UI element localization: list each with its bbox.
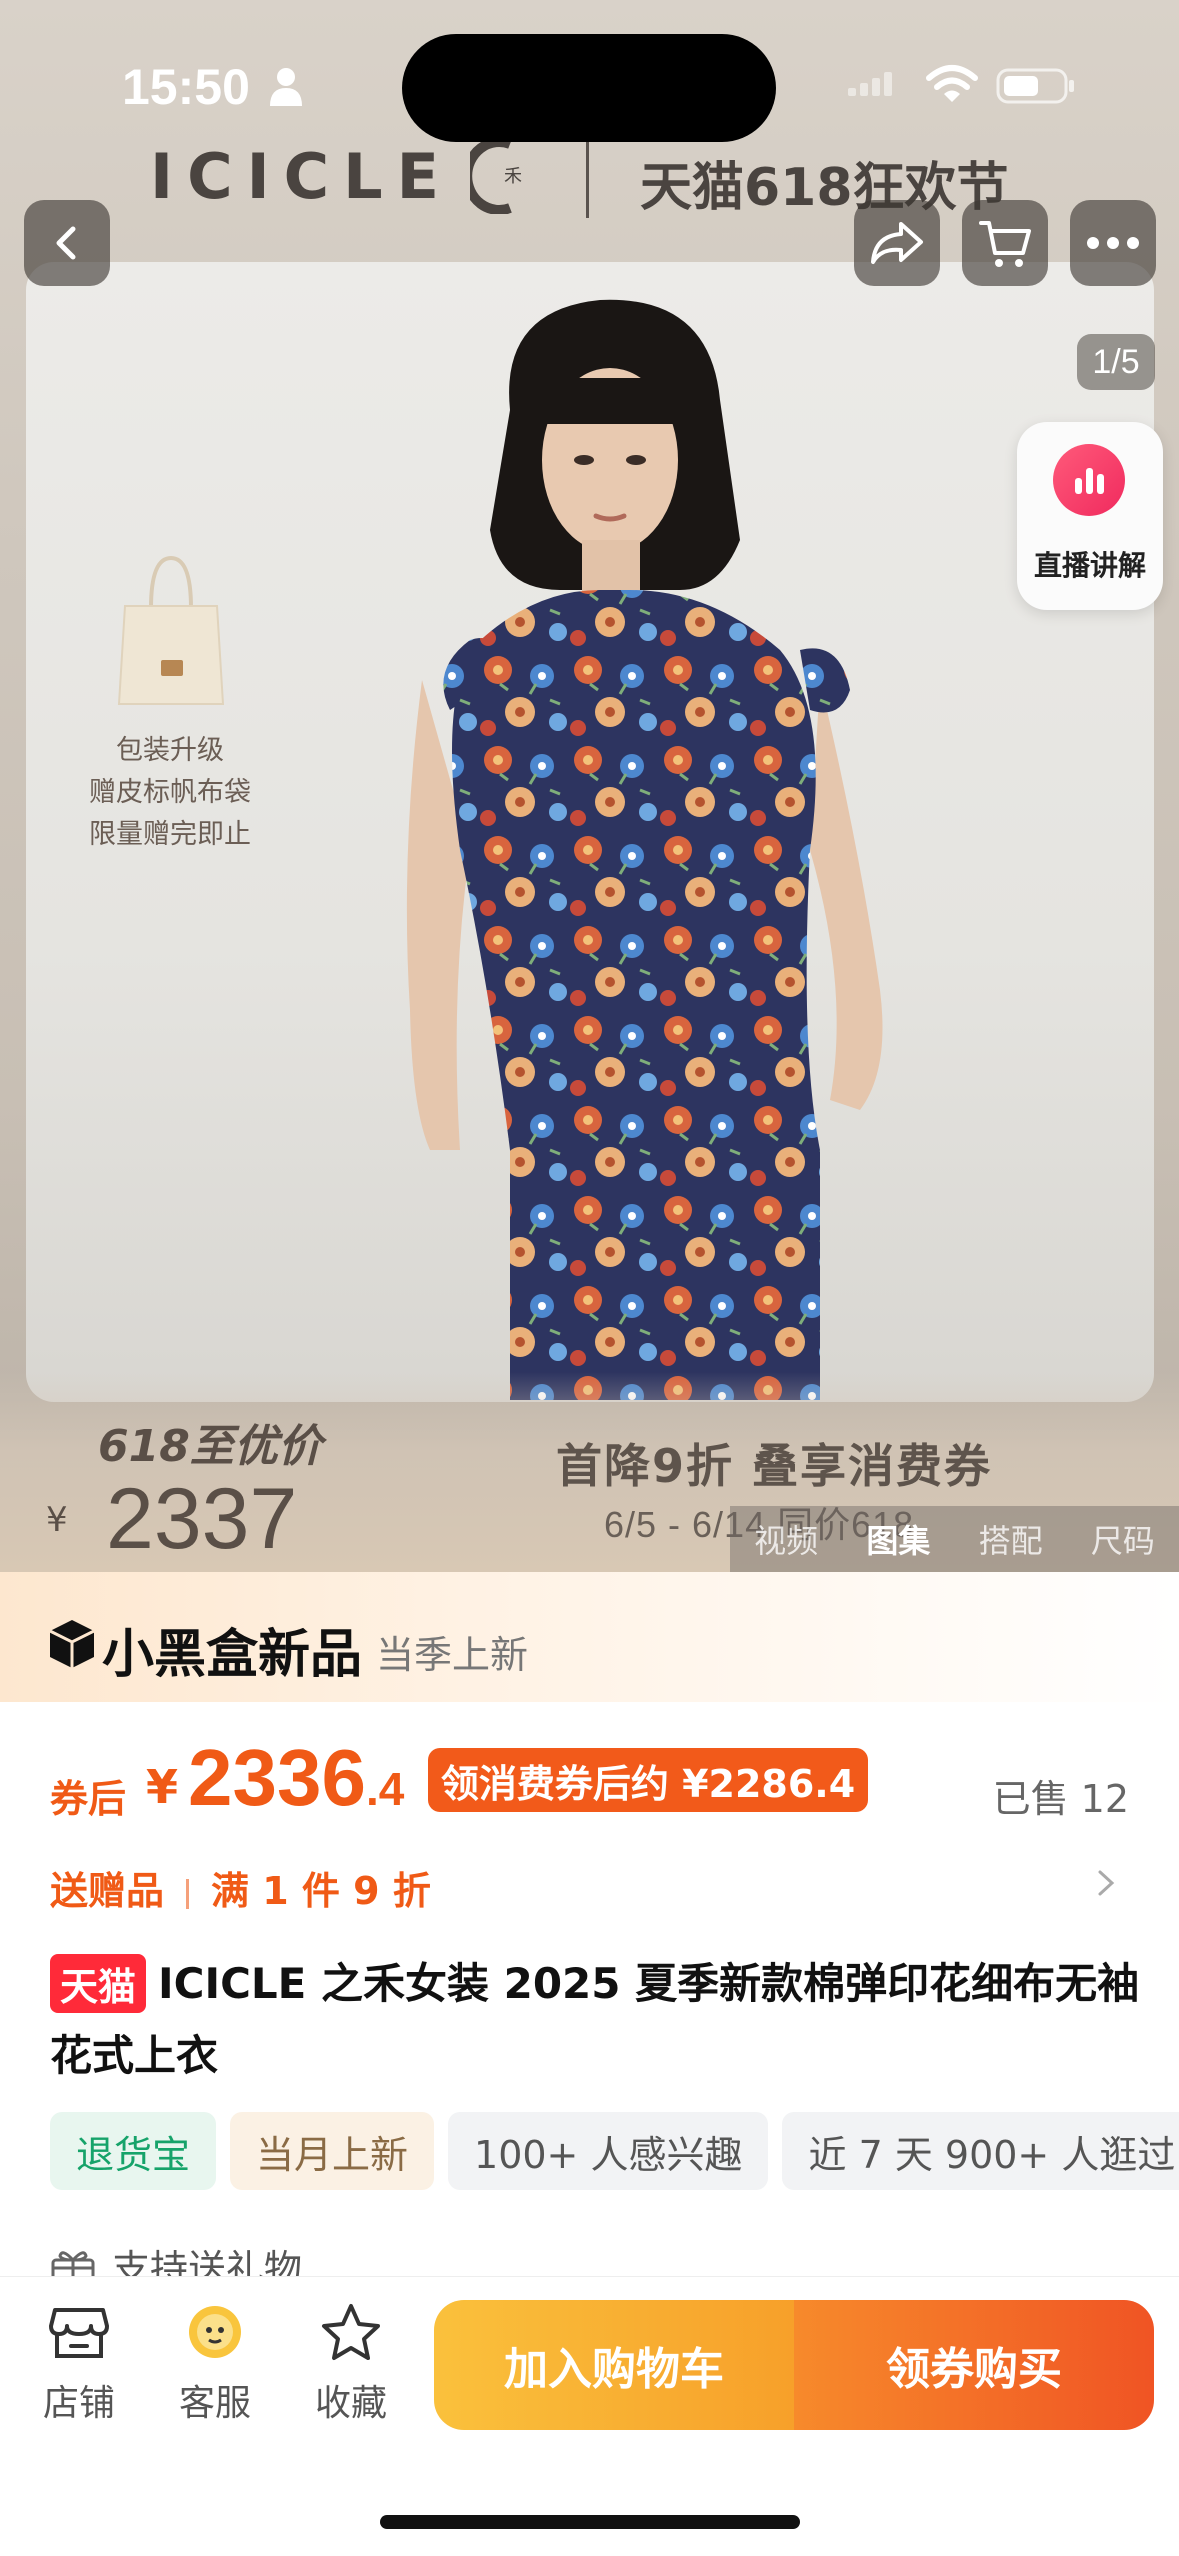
favorite-button[interactable]: 收藏 bbox=[296, 2300, 406, 2426]
cart-icon bbox=[979, 221, 1031, 267]
store-button[interactable]: 店铺 bbox=[24, 2300, 134, 2426]
live-chart-icon bbox=[1053, 444, 1125, 516]
tab-video[interactable]: 视频 bbox=[754, 1516, 818, 1562]
live-explain-label: 直播讲解 bbox=[1033, 549, 1146, 582]
discount-label: 满 1 件 9 折 bbox=[211, 1869, 431, 1913]
coupon-badge[interactable]: 领消费券后约 ¥2286.4 bbox=[428, 1748, 868, 1812]
person-icon bbox=[270, 68, 302, 106]
tab-size[interactable]: 尺码 bbox=[1091, 1516, 1155, 1562]
more-icon bbox=[1087, 237, 1139, 249]
customer-service-label: 客服 bbox=[178, 2383, 251, 2424]
purchase-actions: 加入购物车 领券购买 bbox=[434, 2300, 1154, 2430]
store-icon bbox=[49, 2308, 109, 2358]
customer-service-icon bbox=[189, 2306, 241, 2358]
price-currency: ¥ bbox=[146, 1760, 179, 1814]
share-icon bbox=[871, 222, 923, 264]
send-gift-label: 送赠品 bbox=[50, 1869, 165, 1913]
promo-price-label: 618至优价 bbox=[98, 1421, 322, 1472]
more-button[interactable] bbox=[1070, 200, 1156, 286]
battery-icon bbox=[996, 68, 1074, 104]
live-explain-button[interactable]: 直播讲解 bbox=[1017, 422, 1163, 610]
tab-gallery[interactable]: 图集 bbox=[866, 1516, 930, 1562]
packaging-promo-note: 包装升级 赠皮标帆布袋 限量赠完即止 bbox=[89, 735, 251, 850]
product-title: ICICLE 之禾女装 2025 夏季新款棉弹印花细布无袖花式上衣 bbox=[50, 1959, 1140, 2080]
product-gallery[interactable]: ICICLE 禾 天猫618狂欢节 15:50 1/5 直播讲解 包装升级 赠皮… bbox=[0, 0, 1179, 1572]
tote-bag-image bbox=[117, 555, 225, 705]
price-decimal: .4 bbox=[366, 1763, 405, 1815]
buy-with-coupon-button[interactable]: 领券购买 bbox=[794, 2300, 1154, 2430]
signal-icon bbox=[848, 72, 892, 96]
home-indicator bbox=[380, 2515, 800, 2529]
brand-divider bbox=[586, 140, 589, 218]
cart-button[interactable] bbox=[962, 200, 1048, 286]
tab-outfit[interactable]: 搭配 bbox=[979, 1516, 1043, 1562]
wifi-icon bbox=[926, 65, 978, 102]
sold-count: 已售 12 bbox=[992, 1777, 1129, 1821]
promo-price-currency: ¥ bbox=[46, 1500, 68, 1540]
box-icon bbox=[49, 1620, 95, 1668]
status-time: 15:50 bbox=[122, 59, 250, 115]
product-tags: 退货宝 当月上新 100+ 人感兴趣 近 7 天 900+ 人逛过 bbox=[50, 2112, 1179, 2190]
favorite-label: 收藏 bbox=[314, 2383, 387, 2424]
promotion-row[interactable]: 送赠品 满 1 件 9 折 bbox=[50, 1860, 431, 1915]
brand-logo: ICICLE bbox=[150, 140, 453, 213]
tag-new-this-month[interactable]: 当月上新 bbox=[230, 2112, 435, 2190]
back-button[interactable] bbox=[24, 200, 110, 286]
price-integer: 2336 bbox=[188, 1733, 366, 1822]
promo-headline: 首降9折 叠享消费券 bbox=[556, 1439, 993, 1493]
model-photo bbox=[406, 299, 883, 1400]
image-counter: 1/5 bbox=[1077, 334, 1155, 390]
media-tabs: 视频 图集 搭配 尺码 bbox=[730, 1506, 1179, 1572]
chevron-right-icon[interactable] bbox=[1090, 1868, 1120, 1898]
event-banner: 天猫618狂欢节 bbox=[640, 158, 1009, 218]
coupon-after-label: 券后 bbox=[50, 1777, 127, 1821]
store-label: 店铺 bbox=[42, 2383, 115, 2424]
new-arrival-title: 小黑盒新品 bbox=[102, 1625, 363, 1685]
customer-service-button[interactable]: 客服 bbox=[160, 2300, 270, 2426]
star-icon bbox=[322, 2304, 380, 2360]
promo-price-value: 2337 bbox=[106, 1471, 298, 1567]
chevron-left-icon bbox=[56, 226, 76, 260]
brand-seal-icon: 禾 bbox=[470, 138, 522, 214]
new-arrival-subtitle: 当季上新 bbox=[376, 1633, 529, 1677]
divider bbox=[186, 1878, 190, 1909]
share-button[interactable] bbox=[854, 200, 940, 286]
tag-return-insurance[interactable]: 退货宝 bbox=[50, 2112, 217, 2190]
tmall-badge: 天猫 bbox=[50, 1954, 147, 2013]
dynamic-island bbox=[402, 34, 776, 142]
tag-visited[interactable]: 近 7 天 900+ 人逛过 bbox=[782, 2112, 1179, 2190]
tag-interested[interactable]: 100+ 人感兴趣 bbox=[448, 2112, 769, 2190]
add-to-cart-button[interactable]: 加入购物车 bbox=[434, 2300, 794, 2430]
svg-text:禾: 禾 bbox=[504, 166, 522, 187]
